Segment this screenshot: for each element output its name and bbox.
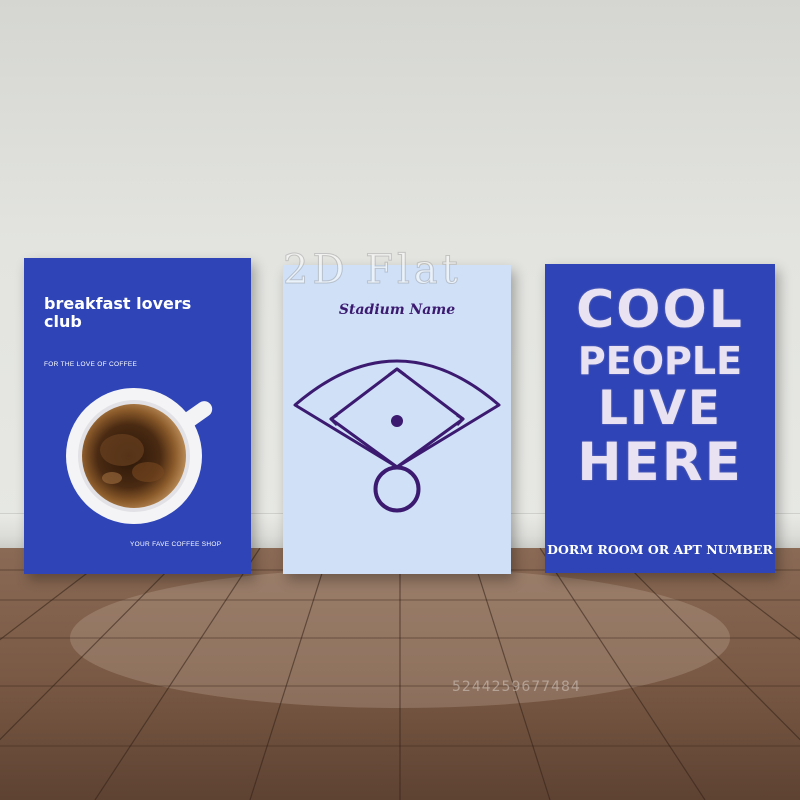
poster-title: breakfast lovers club: [44, 294, 192, 331]
headline-line-4: HERE: [577, 432, 743, 493]
poster-stadium-name: Stadium Name: [283, 265, 511, 574]
poster-breakfast-lovers-club: breakfast lovers club FOR THE LOVE OF CO…: [24, 258, 251, 574]
headline-line-1: COOL: [576, 280, 744, 340]
poster-headline: COOL PEOPLE LIVE HERE: [545, 278, 775, 489]
baseball-diamond-icon: [293, 359, 501, 513]
code-watermark: 5244259677484: [452, 679, 581, 695]
poster-title: Stadium Name: [338, 302, 456, 318]
poster-cool-people-live-here: COOL PEOPLE LIVE HERE DORM ROOM OR APT N…: [545, 264, 775, 573]
wooden-floor: [0, 548, 800, 800]
brand-watermark: 2D Flat: [283, 247, 462, 294]
poster-subtitle: FOR THE LOVE OF COFFEE: [44, 361, 138, 368]
coffee-cup-image: [66, 388, 213, 524]
headline-line-2: PEOPLE: [577, 339, 743, 383]
poster-footer: YOUR FAVE COFFEE SHOP: [130, 541, 222, 548]
headline-line-3: LIVE: [598, 381, 722, 436]
poster-footer: DORM ROOM OR APT NUMBER: [547, 542, 773, 557]
